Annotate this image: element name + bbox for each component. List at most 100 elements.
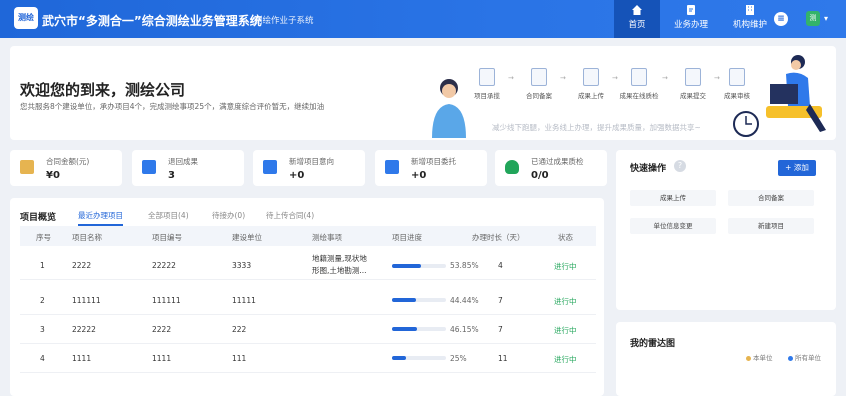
progress-percent: 53.85% xyxy=(450,261,479,270)
flow-step-label: 成果在线质检 xyxy=(619,92,659,100)
cell-code: 111111 xyxy=(152,296,181,305)
nav-home[interactable]: 首页 xyxy=(614,0,660,38)
cell-unit: 111 xyxy=(232,354,247,363)
unit-info-change-button[interactable]: 单位信息变更 xyxy=(630,218,716,234)
upload-result-button[interactable]: 成果上传 xyxy=(630,190,716,206)
arrow-right-icon: → xyxy=(508,74,514,82)
cell-items: 地籍测量,现状地 xyxy=(312,254,367,263)
col-days: 办理时长（天） xyxy=(472,233,525,242)
legend-label: 本单位 xyxy=(753,354,773,362)
cell-code: 2222 xyxy=(152,325,172,334)
progress-fill xyxy=(392,327,417,331)
stat-label: 新增项目委托 xyxy=(411,157,456,166)
chevron-down-icon[interactable]: ▾ xyxy=(824,14,828,23)
app-logo: 测绘 xyxy=(14,7,38,29)
stat-contract-amount[interactable]: 合同金额(元) ¥0 xyxy=(10,150,122,186)
welcome-title: 欢迎您的到来，测绘公司 xyxy=(20,81,186,99)
cell-name: 111111 xyxy=(72,296,101,305)
progress-bar xyxy=(392,264,446,268)
stat-quality-passed[interactable]: 已通过成果质检 0/0 xyxy=(495,150,607,186)
top-header: 测绘 武穴市“多测合一”综合测绘业务管理系统 测绘作业子系统 首页 业务办理 机… xyxy=(0,0,846,38)
legend-all: 所有单位 xyxy=(788,352,821,362)
table-header: 序号 项目名称 项目编号 建设单位 测绘事项 项目进度 办理时长（天） 状态 xyxy=(20,226,596,246)
add-button[interactable]: + 添加 xyxy=(778,160,816,176)
avatar[interactable]: 测 xyxy=(806,11,820,26)
progress-bar xyxy=(392,298,446,302)
progress-bar xyxy=(392,327,446,331)
new-project-button[interactable]: 新建项目 xyxy=(728,218,814,234)
arrow-right-icon: → xyxy=(662,74,668,82)
nav-home-label: 首页 xyxy=(628,20,646,30)
table-row[interactable]: 1 2222 22222 3333 地籍测量,现状地 形图,土地勘测... 53… xyxy=(20,250,596,280)
cell-unit: 3333 xyxy=(232,261,252,270)
legend-dot xyxy=(746,355,751,361)
tab-recent[interactable]: 最近办理项目 xyxy=(78,210,123,226)
stat-new-intent[interactable]: 新增项目意向 +0 xyxy=(253,150,365,186)
legend-dot xyxy=(788,355,793,361)
stat-value: 0/0 xyxy=(531,170,549,181)
col-no: 序号 xyxy=(36,233,51,242)
progress-bar xyxy=(392,356,446,360)
intent-icon xyxy=(263,160,277,174)
legend-own: 本单位 xyxy=(746,352,773,362)
stat-label: 已通过成果质检 xyxy=(531,157,584,166)
cell-days: 7 xyxy=(498,325,503,334)
stat-value: +0 xyxy=(411,170,427,181)
table-row[interactable]: 4 1111 1111 111 25% 11 进行中 xyxy=(20,344,596,373)
overview-title: 项目概览 xyxy=(20,213,57,223)
quick-actions-panel: 快速操作 ? + 添加 成果上传 合同备案 单位信息变更 新建项目 xyxy=(616,150,836,310)
col-code: 项目编号 xyxy=(152,233,182,242)
stat-value: ¥0 xyxy=(46,170,60,181)
nav-org-label: 机构维护 xyxy=(732,20,767,30)
col-status: 状态 xyxy=(558,233,573,242)
cell-code: 22222 xyxy=(152,261,176,270)
desk-illustration xyxy=(733,55,826,137)
stat-value: +0 xyxy=(289,170,305,181)
col-unit: 建设单位 xyxy=(232,233,262,242)
building-icon xyxy=(746,5,754,15)
document-icon xyxy=(479,68,495,86)
app-title: 武穴市“多测合一”综合测绘业务管理系统 xyxy=(42,14,262,28)
stat-returned[interactable]: 退回成果 3 xyxy=(132,150,244,186)
cell-items: 形图,土地勘测... xyxy=(312,266,367,275)
arrow-right-icon: → xyxy=(560,74,566,82)
tab-all[interactable]: 全部项目(4) xyxy=(148,210,189,221)
coins-icon xyxy=(20,160,34,174)
status-badge: 进行中 xyxy=(554,297,577,306)
col-progress: 项目进度 xyxy=(392,233,422,242)
table-row[interactable]: 3 22222 2222 222 46.15% 7 进行中 xyxy=(20,315,596,344)
cell-no: 4 xyxy=(40,354,45,363)
contract-filing-button[interactable]: 合同备案 xyxy=(728,190,814,206)
progress-fill xyxy=(392,264,422,268)
cell-no: 3 xyxy=(40,325,45,334)
legend-label: 所有单位 xyxy=(795,354,821,362)
entrust-icon xyxy=(385,160,399,174)
nav-org[interactable]: 机构维护 xyxy=(720,0,780,38)
flow-step-label: 成果上传 xyxy=(578,92,604,100)
nav-business[interactable]: 业务办理 xyxy=(666,0,716,38)
status-badge: 进行中 xyxy=(554,326,577,335)
stat-value: 3 xyxy=(168,170,175,181)
radar-title: 我的雷达图 xyxy=(630,339,676,349)
message-icon[interactable]: ≡ xyxy=(774,12,788,26)
welcome-banner: 欢迎您的到来，测绘公司 您共服务8个建设单位，承办项目4个，完成测绘事项25个，… xyxy=(10,46,836,140)
flow-step: 合同备案 xyxy=(514,68,564,100)
flow-step-label: 项目承揽 xyxy=(474,92,500,100)
process-flow: 项目承揽 → 合同备案 → 成果上传 → 成果在线质检 → 成果提交 → 成果审… xyxy=(462,68,762,108)
main-nav: 首页 业务办理 机构维护 xyxy=(614,0,786,38)
stat-new-entrust[interactable]: 新增项目委托 +0 xyxy=(375,150,487,186)
col-name: 项目名称 xyxy=(72,233,102,242)
app-subtitle: 测绘作业子系统 xyxy=(254,16,314,26)
help-icon[interactable]: ? xyxy=(674,160,686,172)
tab-pending[interactable]: 待接办(0) xyxy=(212,210,245,221)
table-row[interactable]: 2 111111 111111 11111 44.44% 7 进行中 xyxy=(20,286,596,315)
return-document-icon xyxy=(142,160,156,174)
welcome-summary: 您共服务8个建设单位，承办项目4个，完成测绘事项25个，满意度综合评价暂无，继续… xyxy=(20,102,325,111)
flow-step-label: 合同备案 xyxy=(526,92,552,100)
upload-icon xyxy=(583,68,599,86)
cell-name: 1111 xyxy=(72,354,92,363)
flow-step: 成果上传 xyxy=(566,68,616,100)
tab-contract[interactable]: 待上传合同(4) xyxy=(266,210,314,221)
flow-step: 成果在线质检 xyxy=(614,68,664,100)
cell-name: 22222 xyxy=(72,325,96,334)
